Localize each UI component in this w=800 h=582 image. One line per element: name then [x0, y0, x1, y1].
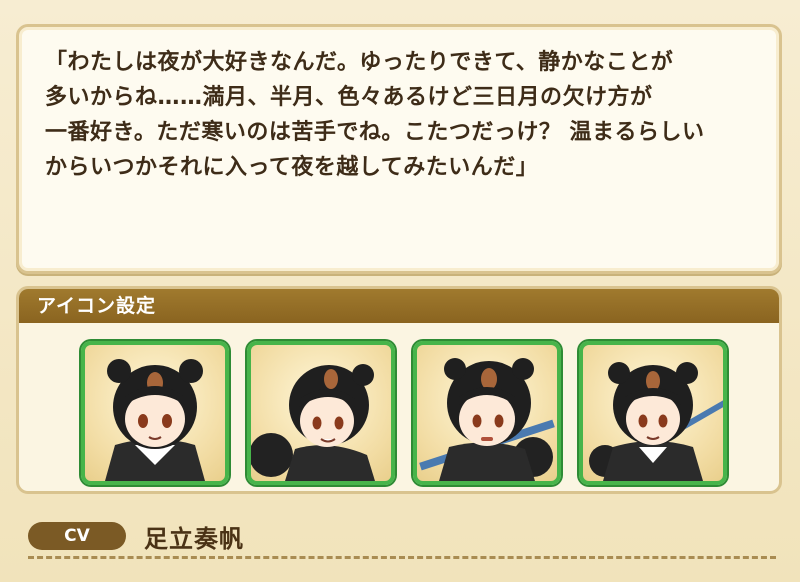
icon-settings-section: アイコン設定: [16, 286, 782, 494]
character-portrait-icon: [419, 358, 555, 481]
voice-actor-row: CV 足立奏帆: [28, 518, 244, 554]
divider-line: [28, 556, 776, 559]
icon-settings-header: アイコン設定: [19, 289, 779, 323]
character-icon-option-3[interactable]: [413, 341, 561, 485]
character-icon-option-2[interactable]: [247, 341, 395, 485]
icon-list: [81, 341, 727, 485]
quote-box: 「わたしは夜が大好きなんだ。ゆったりできて、静かなことが 多いからね……満月、半…: [16, 24, 782, 274]
character-quote: 「わたしは夜が大好きなんだ。ゆったりできて、静かなことが 多いからね……満月、半…: [45, 50, 705, 180]
cv-badge: CV: [28, 522, 126, 550]
character-icon-option-1[interactable]: [81, 341, 229, 485]
character-portrait-icon: [589, 362, 723, 481]
character-portrait-icon: [105, 359, 205, 481]
character-icon-option-4[interactable]: [579, 341, 727, 485]
voice-actor-name: 足立奏帆: [144, 524, 244, 553]
character-profile-panel: 「わたしは夜が大好きなんだ。ゆったりできて、静かなことが 多いからね……満月、半…: [0, 0, 800, 582]
character-portrait-icon: [251, 364, 375, 481]
